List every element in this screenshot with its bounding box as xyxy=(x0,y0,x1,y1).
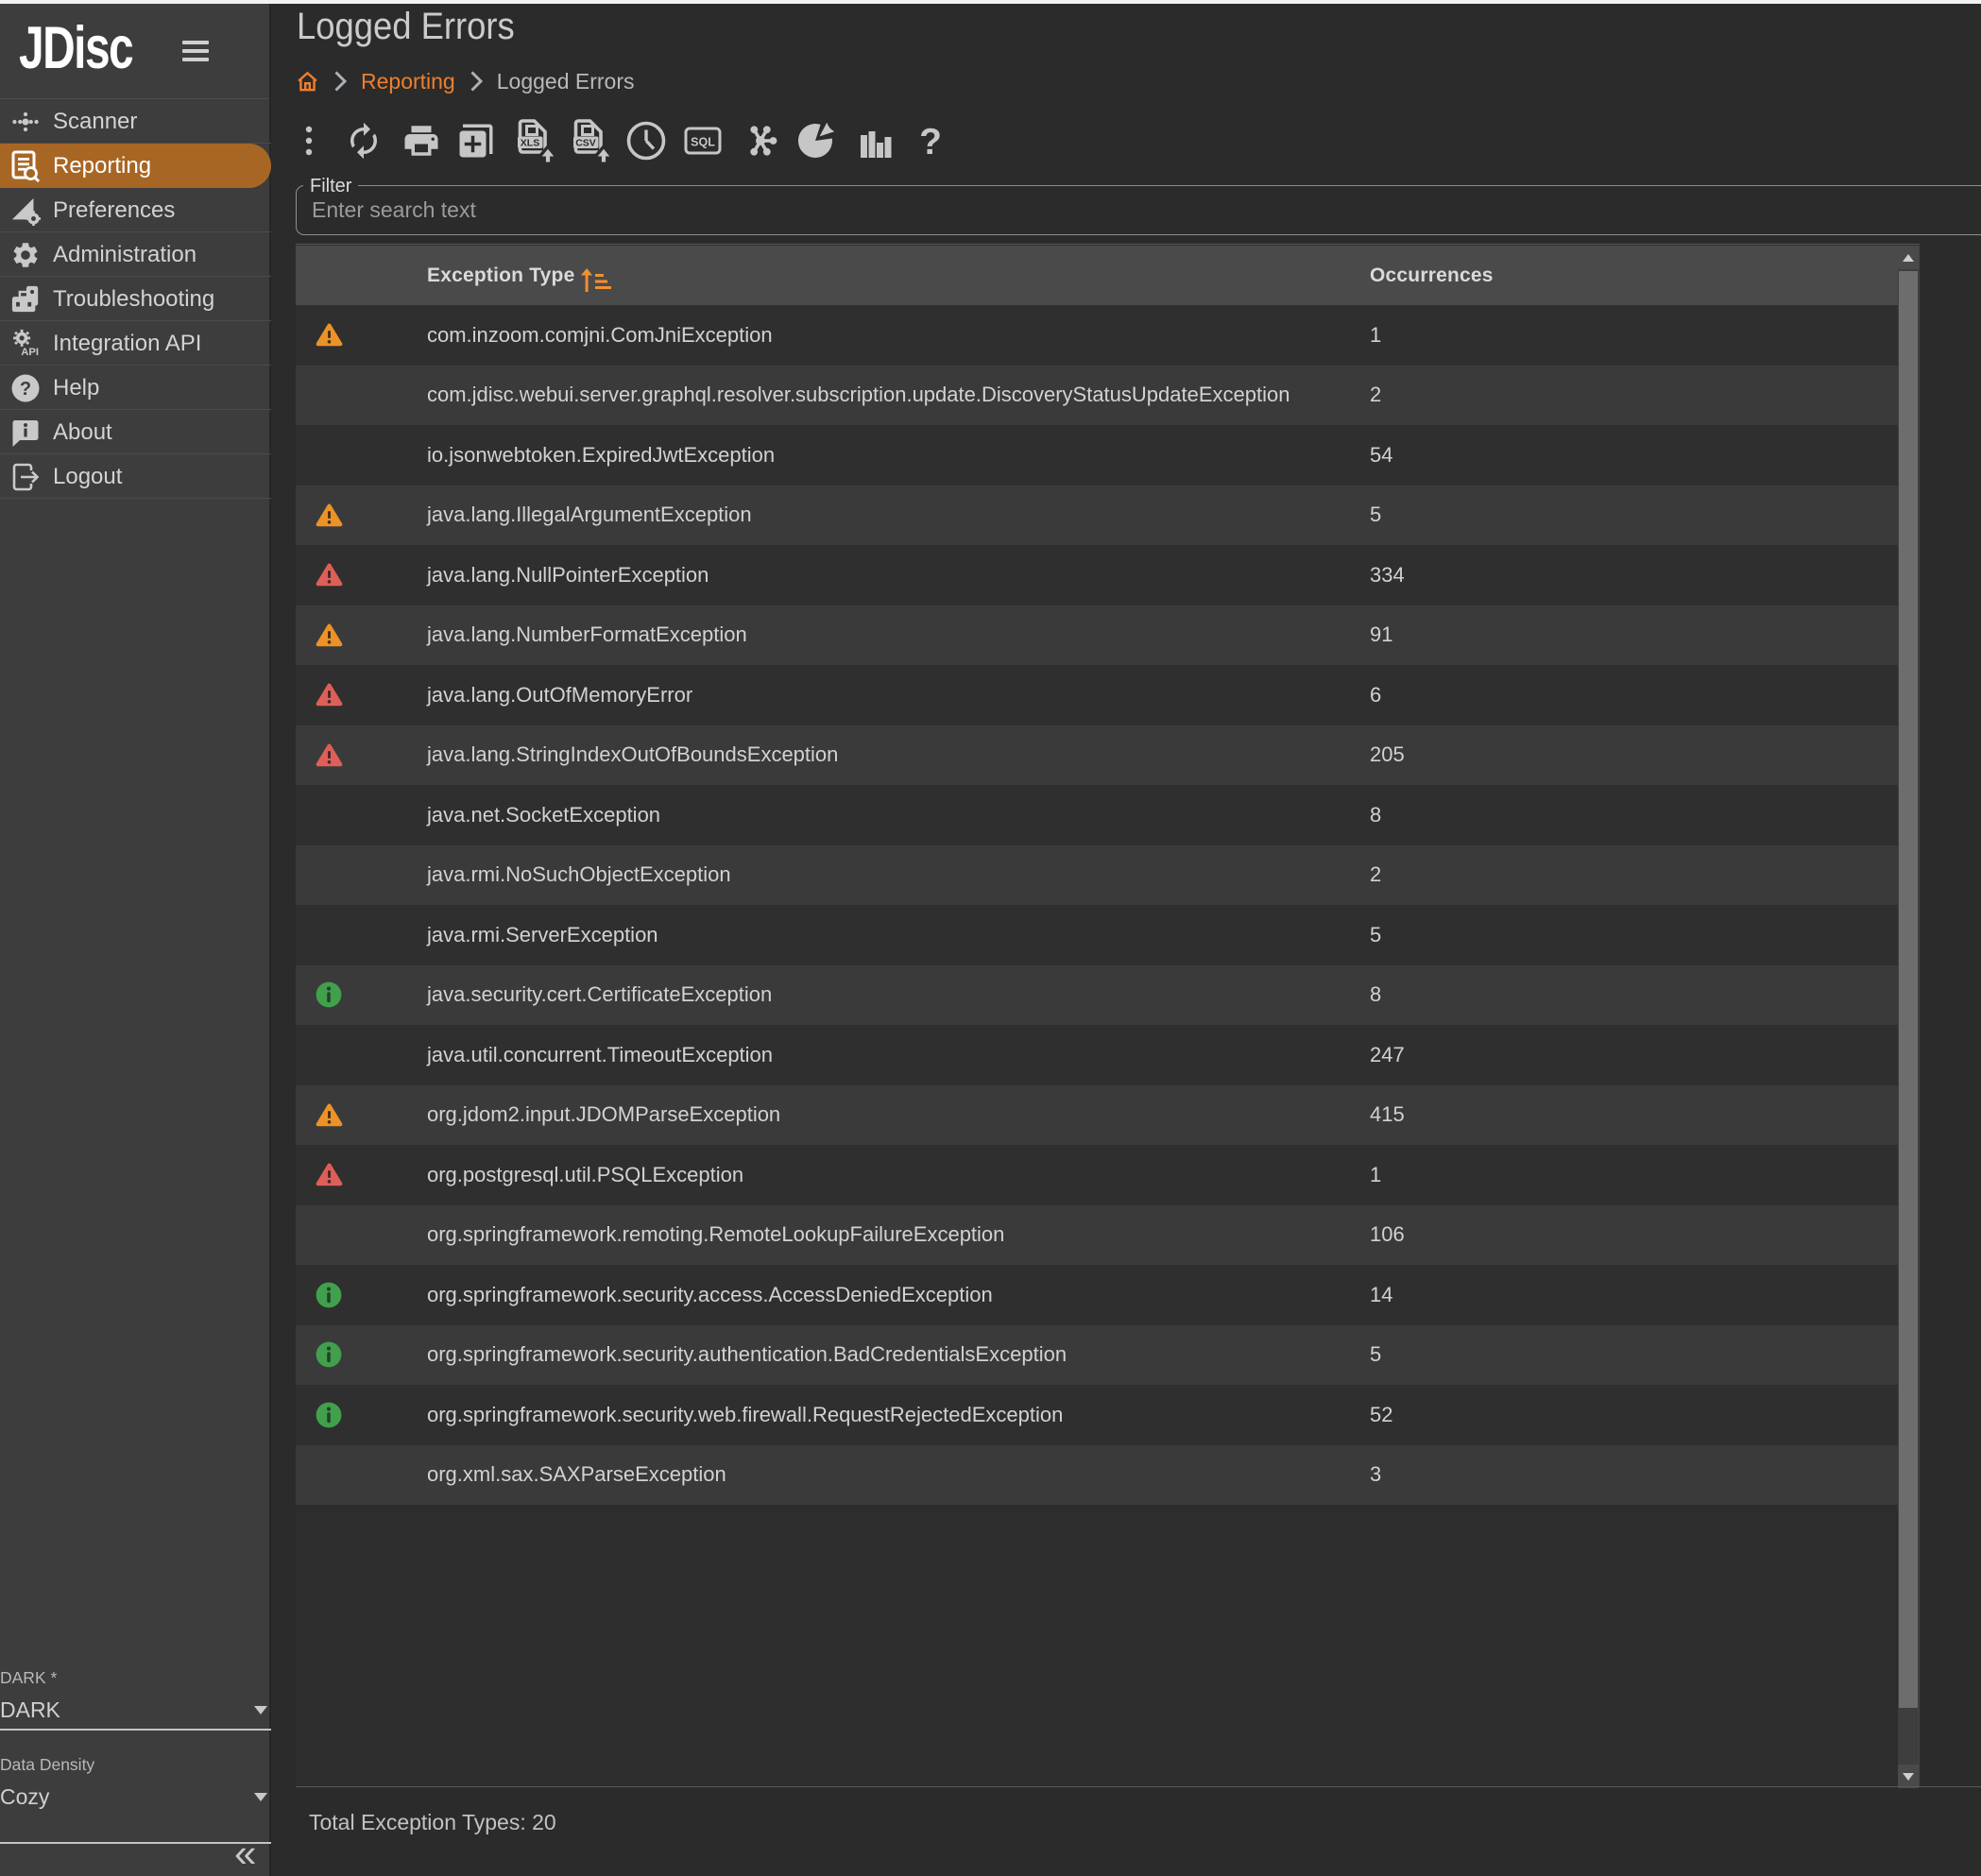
svg-text:API: API xyxy=(21,347,39,358)
svg-text:SQL: SQL xyxy=(691,136,715,149)
svg-text:CSV: CSV xyxy=(575,138,596,149)
svg-text:?: ? xyxy=(919,122,942,162)
svg-text:?: ? xyxy=(20,379,31,400)
svg-text:XLS: XLS xyxy=(521,138,539,149)
